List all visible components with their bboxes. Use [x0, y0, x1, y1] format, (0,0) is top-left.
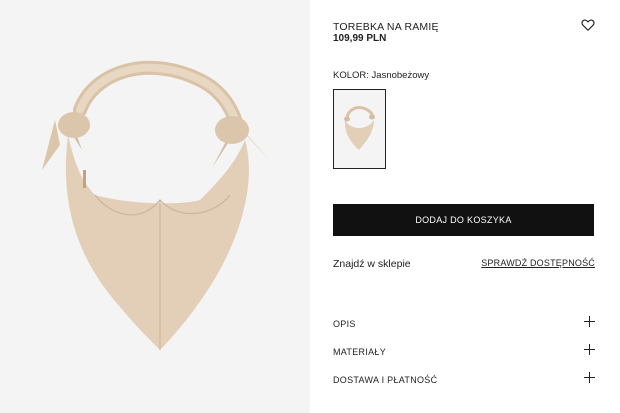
bag-image	[42, 60, 272, 350]
plus-icon	[584, 372, 595, 383]
accordion-delivery[interactable]: DOSTAWA I PŁATNOŚĆ	[333, 372, 595, 388]
product-title: TOREBKA NA RAMIĘ	[333, 21, 439, 33]
plus-icon	[584, 316, 595, 327]
color-label: KOLOR:	[333, 70, 369, 81]
color-swatch-selected[interactable]	[333, 89, 386, 169]
color-value: Jasnobeżowy	[371, 70, 430, 81]
swatch-bag-thumbnail	[344, 106, 375, 150]
find-in-store-label: Znajdź w sklepie	[333, 258, 411, 270]
accordion-label: DOSTAWA I PŁATNOŚĆ	[333, 375, 438, 385]
accordion-materials[interactable]: MATERIAŁY	[333, 344, 595, 360]
check-availability-link[interactable]: SPRAWDŹ DOSTĘPNOŚĆ	[481, 258, 595, 268]
plus-icon	[584, 344, 595, 355]
product-image[interactable]	[0, 0, 310, 413]
product-details: TOREBKA NA RAMIĘ 109,99 PLN KOLOR: Jasno…	[333, 0, 595, 413]
product-price: 109,99 PLN	[333, 33, 387, 44]
accordion-description[interactable]: OPIS	[333, 316, 595, 332]
accordion-label: OPIS	[333, 319, 356, 329]
add-to-cart-button[interactable]: DODAJ DO KOSZYKA	[333, 204, 594, 236]
heart-outline-icon[interactable]	[581, 18, 595, 32]
accordion-label: MATERIAŁY	[333, 347, 387, 357]
color-info: KOLOR: Jasnobeżowy	[333, 70, 429, 81]
